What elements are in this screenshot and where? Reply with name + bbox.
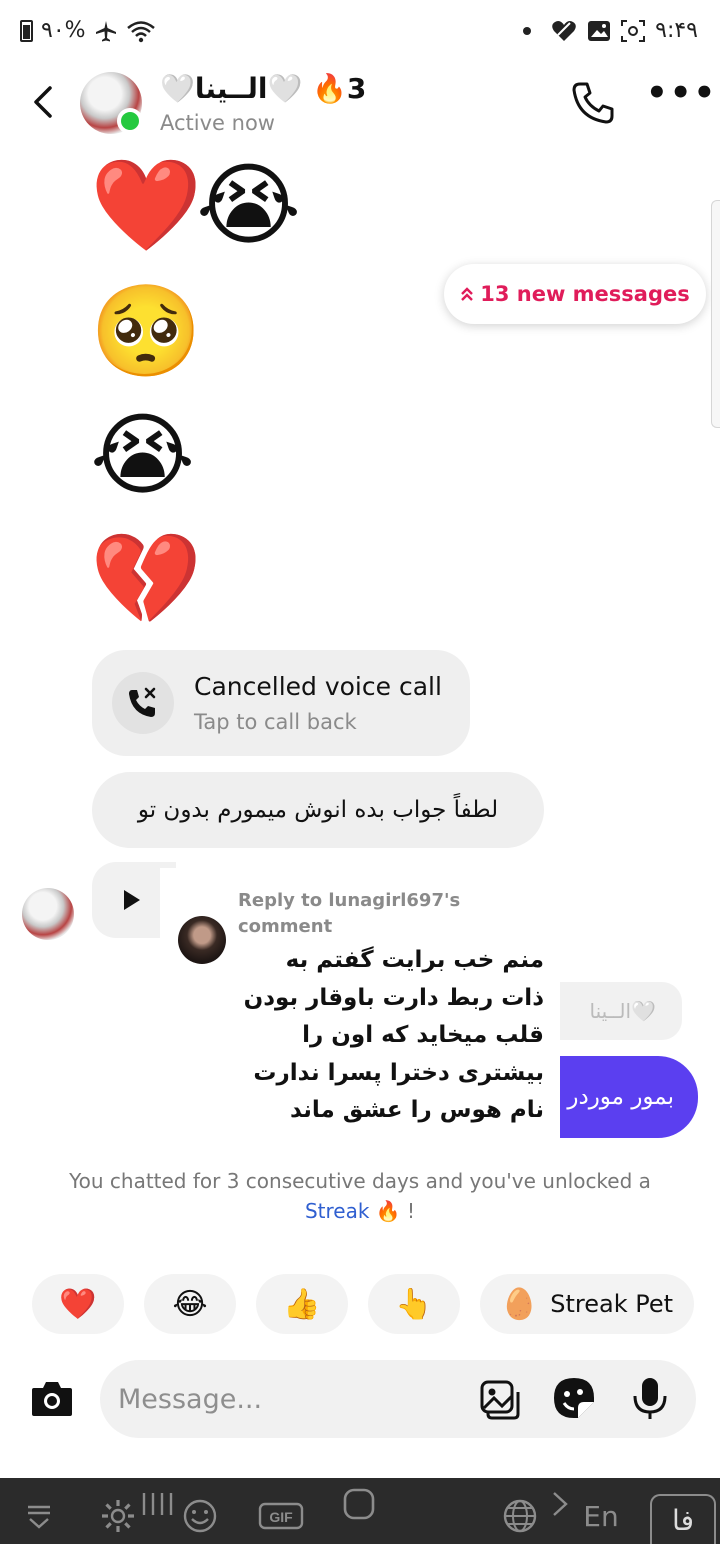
gif-icon[interactable]: GIF [258,1496,304,1536]
egg-icon: 🥚 [500,1286,539,1322]
nav-recents-icon[interactable] [140,1484,174,1524]
sent-message-bubble[interactable]: بمور موردر [560,1056,698,1138]
streak-notice-text: You chatted for 3 consecutive days and y… [69,1169,651,1193]
new-messages-button[interactable]: 13 new messages [444,264,706,324]
sender-avatar[interactable] [22,888,74,940]
battery-level: ۹۰% [41,18,86,43]
heart-app-icon [552,20,576,41]
wifi-icon [126,20,155,42]
streak-pet-label: Streak Pet [550,1290,674,1318]
notification-dot-icon [523,26,532,35]
streak-pet-button[interactable]: 🥚 Streak Pet [480,1274,694,1334]
globe-language-icon[interactable] [502,1496,538,1536]
cancelled-call-bubble[interactable]: Cancelled voice call Tap to call back [92,650,470,756]
emoji-message[interactable]: 😭 [196,156,301,256]
language-persian-key[interactable]: فا [650,1494,716,1544]
clock: ۹:۴۹ [655,18,698,43]
svg-text:GIF: GIF [269,1509,293,1525]
reply-author-avatar [178,916,226,964]
sticker-icon[interactable] [552,1376,596,1420]
settings-gear-icon[interactable] [100,1496,136,1536]
streak-link[interactable]: Streak [305,1199,369,1223]
collapse-keyboard-icon[interactable] [24,1496,54,1536]
emoji-message[interactable]: ❤️ [90,156,202,256]
status-right: ۹:۴۹ [523,18,698,43]
double-chevron-up-icon [461,287,474,301]
streak-notice-suffix: 🔥 ! [375,1199,416,1223]
message-input[interactable] [118,1374,458,1424]
status-left: ۹۰% [20,18,156,43]
presence-status: Active now [160,111,275,135]
online-status-dot [117,108,143,134]
scroll-indicator[interactable] [711,200,720,428]
contact-name[interactable]: 🤍الــینا🤍 [160,72,302,105]
streak-count: 🔥3 [312,72,367,105]
reply-label: Reply to lunagirl697's comment [238,890,461,937]
voice-call-icon[interactable] [570,80,616,126]
quick-reaction-heart[interactable]: ❤️ [32,1274,124,1334]
call-title: Cancelled voice call [194,672,442,701]
reply-text: منم خب برایت گفتم به ذات ربط دارت باوقار… [243,947,544,1123]
microphone-icon[interactable] [628,1376,672,1420]
quick-reaction-point-up[interactable]: 👆 [368,1274,460,1334]
quick-reaction-thumbs-up[interactable]: 👍 [256,1274,348,1334]
emoji-message[interactable]: 💔 [90,530,202,630]
nav-home-icon[interactable] [342,1484,376,1524]
nav-back-chevron-icon[interactable] [548,1484,572,1524]
airplane-icon [95,20,116,41]
camera-icon[interactable] [30,1378,74,1418]
emoji-message[interactable]: 🥺 [90,282,202,382]
quick-reaction-laugh[interactable]: 😂 [144,1274,236,1334]
text-message-bubble[interactable]: لطفاً جواب بده انوش میمورم بدون تو [92,772,544,848]
partial-message-bubble[interactable]: الــینا🤍 [560,982,682,1040]
emoji-keyboard-icon[interactable] [182,1496,218,1536]
new-messages-label: 13 new messages [480,282,690,306]
gallery-icon[interactable] [478,1376,522,1420]
screenshot-icon [621,19,646,42]
streak-notice: You chatted for 3 consecutive days and y… [40,1166,680,1226]
missed-call-icon [129,687,156,717]
language-english-key[interactable]: En [578,1496,624,1536]
back-arrow-icon[interactable] [26,84,62,120]
gallery-icon [588,20,611,41]
emoji-message[interactable]: 😭 [90,406,195,506]
battery-icon [20,19,33,42]
call-icon-wrap [112,672,174,734]
more-options-icon[interactable]: ••• [646,76,715,116]
call-subtitle: Tap to call back [194,710,357,734]
status-bar: ۹۰% ۹:۴۹ [0,0,720,64]
play-icon [124,890,140,910]
